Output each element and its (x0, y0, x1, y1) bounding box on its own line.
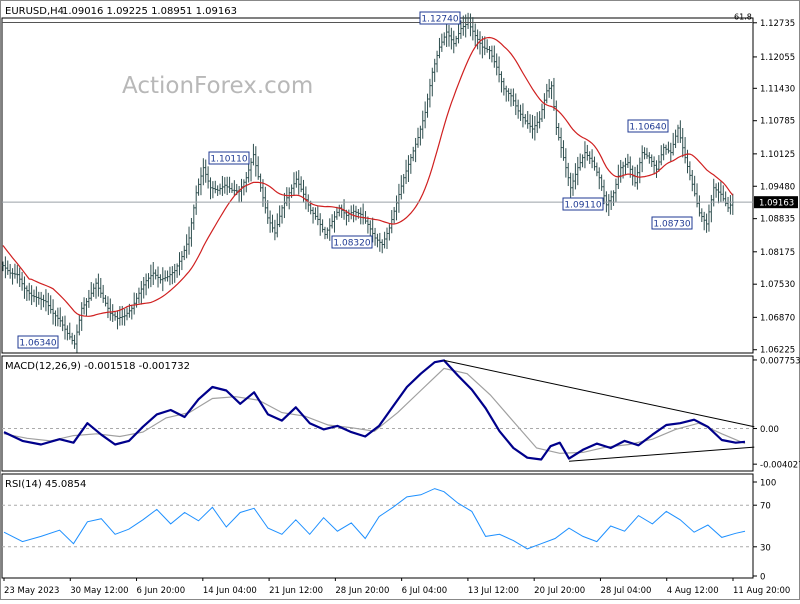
price-label: 1.12740 (419, 11, 461, 25)
x-axis-label: 20 Jul 20:00 (534, 586, 585, 596)
x-axis-label: 23 May 2023 (4, 586, 59, 596)
fib-level-label: 61.8 (734, 13, 752, 22)
price-axis-label: 1.08835 (760, 215, 795, 225)
price-axis-label: 1.06870 (760, 313, 795, 323)
x-axis-label: 6 Jul 04:00 (402, 586, 448, 596)
x-axis-label: 4 Aug 12:00 (667, 586, 719, 596)
chart-canvas[interactable]: 61.8 1.06340 1.10110 1.08320 1.12740 1.09110 1… (0, 0, 800, 600)
price-label-text: 1.09110 (564, 201, 601, 211)
macd-axis-label: -0.004027 (760, 461, 800, 471)
x-axis-label: 6 Jun 20:00 (137, 586, 186, 596)
forex-chart[interactable]: 61.8 1.06340 1.10110 1.08320 1.12740 1.09110 1… (0, 0, 800, 600)
rsi-title: RSI(14) 45.0854 (5, 479, 86, 490)
price-label-text: 1.10640 (629, 123, 666, 133)
x-axis-label: 14 Jun 04:00 (203, 586, 257, 596)
rsi-axis-label: 0 (760, 573, 765, 583)
price-axis-label: 1.12735 (760, 19, 795, 29)
price-axis-label: 1.10785 (760, 117, 795, 127)
price-axis-label: 1.06225 (760, 346, 795, 356)
price-label-text: 1.08320 (333, 239, 370, 249)
price-label: 1.10640 (627, 119, 669, 133)
price-axis-label: 1.07530 (760, 280, 795, 290)
price-label-text: 1.06340 (19, 339, 56, 349)
rsi-axis-label: 100 (760, 479, 776, 489)
current-price-tag: 1.09163 (754, 196, 798, 209)
price-axis-label: 1.11430 (760, 84, 795, 94)
price-label-text: 1.12740 (421, 15, 458, 25)
price-label: 1.09110 (562, 197, 604, 211)
macd-axis-label: 0.00 (760, 425, 779, 435)
rsi-axis-label: 70 (760, 502, 771, 512)
rsi-axis-label: 30 (760, 543, 771, 553)
ohlc-values: 1.09016 1.09225 1.08951 1.09163 (62, 6, 237, 17)
macd-axis-label: 0.007753 (760, 356, 800, 366)
price-axis-label: 1.08175 (760, 248, 795, 258)
macd-title: MACD(12,26,9) -0.001518 -0.001732 (5, 361, 190, 372)
x-axis-label: 11 Aug 20:00 (733, 586, 790, 596)
price-label: 1.06340 (17, 335, 59, 349)
symbol-label: EURUSD,H4 (5, 6, 64, 17)
x-axis-label: 28 Jun 20:00 (335, 586, 389, 596)
current-price-tag-text: 1.09163 (759, 199, 794, 209)
watermark: ActionForex.com (122, 73, 313, 99)
x-axis-label: 28 Jul 04:00 (600, 586, 651, 596)
price-axis-label: 1.10125 (760, 150, 795, 160)
x-axis-label: 21 Jun 12:00 (269, 586, 323, 596)
price-label-text: 1.10110 (210, 155, 247, 165)
price-label: 1.08730 (651, 216, 693, 230)
price-label: 1.08320 (331, 235, 373, 249)
price-label: 1.10110 (208, 151, 250, 165)
price-axis-label: 1.12055 (760, 53, 795, 63)
price-label-text: 1.08730 (653, 220, 690, 230)
x-axis-label: 30 May 12:00 (70, 586, 128, 596)
x-axis-label: 13 Jul 12:00 (468, 586, 519, 596)
price-axis-label: 1.09480 (760, 182, 795, 192)
